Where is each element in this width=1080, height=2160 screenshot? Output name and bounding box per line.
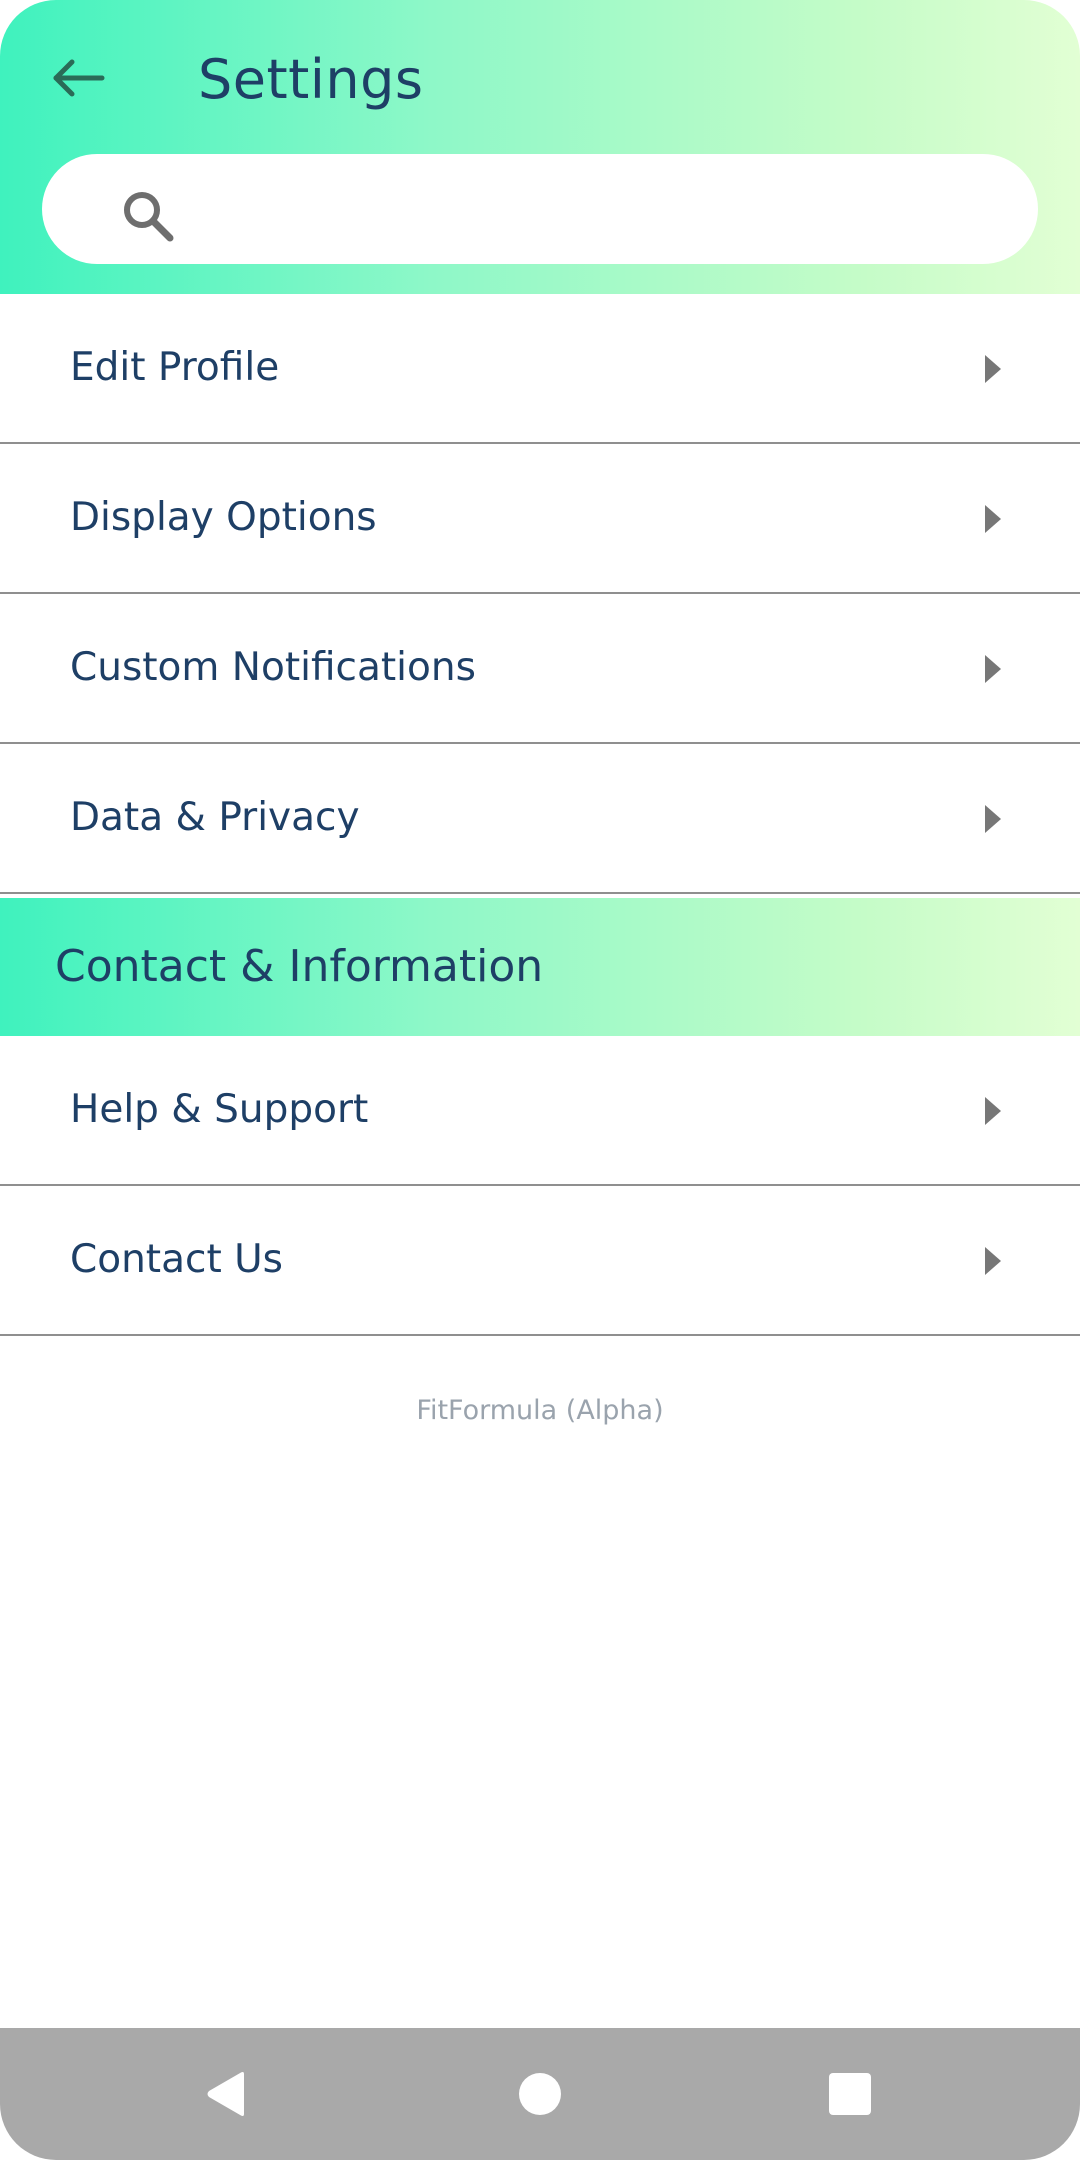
- section-title: Contact & Information: [55, 941, 544, 992]
- chevron-right-icon: [985, 805, 1001, 833]
- chevron-right-icon: [985, 1097, 1001, 1125]
- search-icon: [124, 192, 174, 242]
- settings-item-custom-notifications[interactable]: Custom Notifications: [0, 594, 1080, 744]
- system-recents-button[interactable]: [808, 2052, 892, 2136]
- arrow-left-icon: [53, 59, 105, 97]
- section-header-contact: Contact & Information: [0, 898, 1080, 1036]
- settings-item-label: Data & Privacy: [70, 795, 360, 840]
- home-circle-icon: [519, 2073, 561, 2115]
- system-home-button[interactable]: [498, 2052, 582, 2136]
- settings-item-contact-us[interactable]: Contact Us: [0, 1186, 1080, 1336]
- contact-list: Help & Support Contact Us: [0, 1036, 1080, 1336]
- settings-item-data-privacy[interactable]: Data & Privacy: [0, 744, 1080, 894]
- settings-item-label: Help & Support: [70, 1087, 369, 1132]
- header: Settings: [0, 0, 1080, 294]
- settings-item-help-support[interactable]: Help & Support: [0, 1036, 1080, 1186]
- app-version-label: FitFormula (Alpha): [416, 1395, 664, 1426]
- settings-item-display-options[interactable]: Display Options: [0, 444, 1080, 594]
- chevron-right-icon: [985, 355, 1001, 383]
- chevron-right-icon: [985, 505, 1001, 533]
- back-triangle-icon: [207, 2072, 244, 2116]
- system-back-button[interactable]: [184, 2052, 268, 2136]
- recents-square-icon: [829, 2073, 871, 2115]
- settings-screen: Settings Edit Profile Display Options Cu…: [0, 0, 1080, 2160]
- settings-item-edit-profile[interactable]: Edit Profile: [0, 294, 1080, 444]
- chevron-right-icon: [985, 655, 1001, 683]
- settings-list: Edit Profile Display Options Custom Noti…: [0, 294, 1080, 894]
- system-navigation-bar: [0, 2028, 1080, 2160]
- chevron-right-icon: [985, 1247, 1001, 1275]
- page-title: Settings: [198, 48, 424, 111]
- search-bar[interactable]: [42, 154, 1038, 266]
- settings-item-label: Display Options: [70, 495, 377, 540]
- back-button[interactable]: [42, 42, 114, 114]
- search-input[interactable]: [192, 154, 996, 266]
- settings-item-label: Edit Profile: [70, 345, 280, 390]
- settings-item-label: Custom Notifications: [70, 645, 476, 690]
- settings-item-label: Contact Us: [70, 1237, 283, 1282]
